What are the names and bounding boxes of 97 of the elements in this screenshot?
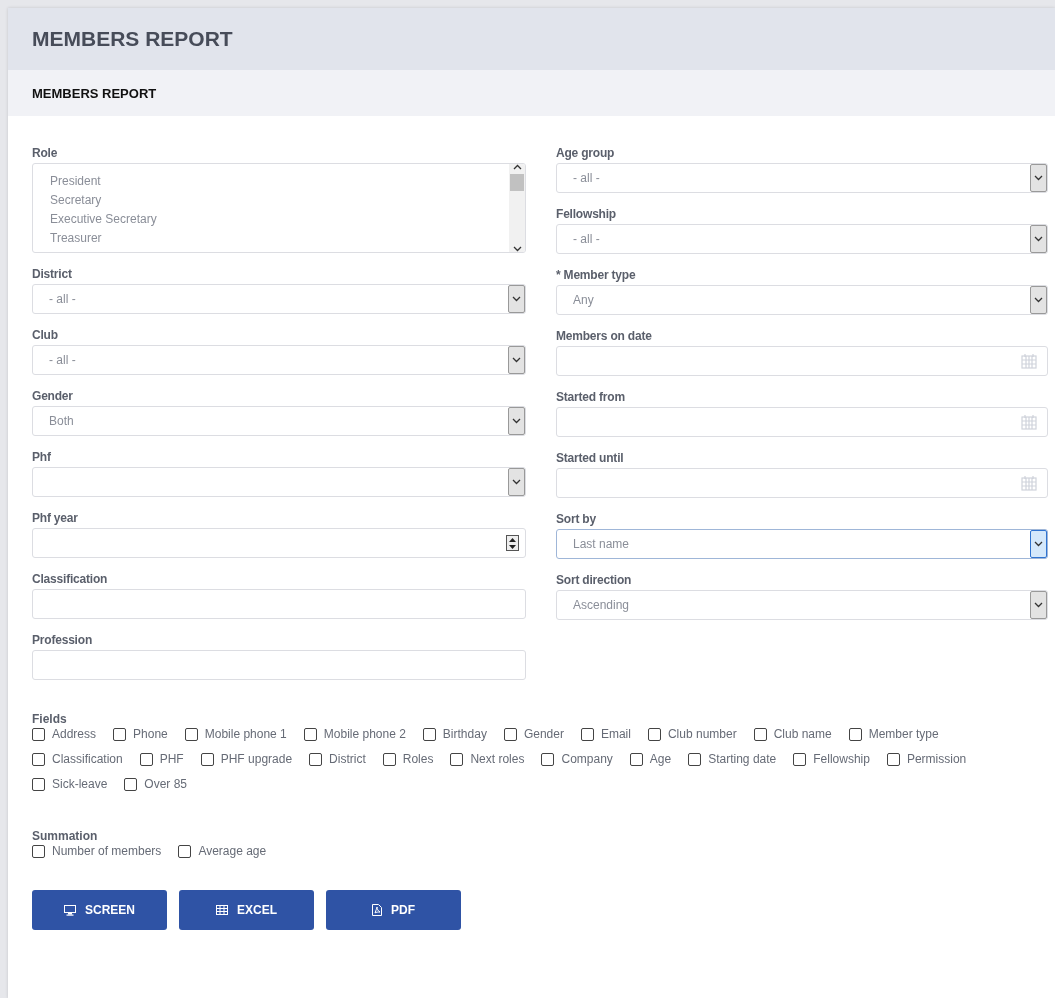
checkbox-option[interactable]: Number of members <box>32 844 162 858</box>
scrollbar-thumb[interactable] <box>510 174 524 191</box>
select-field[interactable]: Last name <box>556 529 1048 559</box>
dropdown-toggle[interactable] <box>1030 164 1047 192</box>
scrollbar[interactable] <box>509 164 525 252</box>
checkbox-option[interactable]: Member type <box>848 727 939 741</box>
checkbox-option[interactable]: District <box>309 752 366 766</box>
checkbox-option[interactable]: Gender <box>503 727 564 741</box>
checkbox-option[interactable]: Phone <box>113 727 168 741</box>
section-title: MEMBERS REPORT <box>8 70 1055 116</box>
dropdown-toggle[interactable] <box>508 468 525 496</box>
select-field[interactable]: - all - <box>556 224 1048 254</box>
checkbox-option[interactable]: Mobile phone 2 <box>303 727 406 741</box>
pdf-file-icon <box>372 904 382 916</box>
select-field[interactable]: - all - <box>32 284 526 314</box>
table-icon <box>216 905 228 915</box>
checkbox-option[interactable]: Company <box>541 752 613 766</box>
checkbox-option[interactable]: Mobile phone 1 <box>184 727 287 741</box>
date-field[interactable] <box>556 346 1048 376</box>
select-field[interactable]: - all - <box>32 345 526 375</box>
input-field[interactable] <box>32 589 526 619</box>
checkbox-option[interactable]: PHF <box>139 752 184 766</box>
field-label: Members on date <box>556 329 653 343</box>
checkbox-option[interactable]: Over 85 <box>124 777 188 791</box>
checkbox-option[interactable]: Fellowship <box>793 752 870 766</box>
role-listbox[interactable]: President Secretary Executive Secretary Treasurer <box>32 163 526 253</box>
export-button[interactable]: SCREEN <box>32 890 167 930</box>
chevron-down-icon <box>512 418 521 424</box>
dropdown-toggle[interactable] <box>508 407 525 435</box>
chevron-down-icon <box>1034 541 1043 547</box>
field-label: Club <box>32 328 59 342</box>
chevron-down-icon <box>1034 297 1043 303</box>
list-option[interactable]: Secretary <box>50 191 157 210</box>
list-option[interactable]: President <box>50 172 157 191</box>
field-label: Sort direction <box>556 573 633 587</box>
date-field[interactable] <box>556 468 1048 498</box>
field-label: Sort by <box>556 512 597 526</box>
list-option[interactable]: Treasurer <box>50 229 157 248</box>
checkbox-option[interactable]: Next roles <box>450 752 525 766</box>
select-field[interactable]: Ascending <box>556 590 1048 620</box>
checkbox-option[interactable]: Club name <box>753 727 832 741</box>
checkbox-option[interactable]: Age <box>629 752 672 766</box>
list-option[interactable]: Executive Secretary <box>50 210 157 229</box>
select-field[interactable] <box>32 467 526 497</box>
select-field[interactable]: Both <box>32 406 526 436</box>
page-title: MEMBERS REPORT <box>8 8 1055 70</box>
checkbox-option[interactable]: Birthday <box>422 727 487 741</box>
chevron-up-icon <box>512 164 522 170</box>
checkbox-option[interactable]: Sick-leave <box>32 777 108 791</box>
checkbox-option[interactable]: Email <box>580 727 631 741</box>
date-field[interactable] <box>556 407 1048 437</box>
dropdown-toggle[interactable] <box>1030 286 1047 314</box>
export-button[interactable]: EXCEL <box>179 890 314 930</box>
field-label: Classification <box>32 572 109 586</box>
field-label: Role <box>32 146 59 160</box>
select-field[interactable]: Any <box>556 285 1048 315</box>
chevron-down-icon <box>1034 175 1043 181</box>
number-field[interactable] <box>32 528 526 558</box>
checkbox-option[interactable]: Permission <box>886 752 967 766</box>
field-label: Started until <box>556 451 625 465</box>
field-label: District <box>32 267 73 281</box>
calendar-icon <box>1021 475 1037 491</box>
checkbox-option[interactable]: Roles <box>382 752 434 766</box>
checkbox-option[interactable]: Club number <box>647 727 737 741</box>
checkbox-option[interactable]: Average age <box>178 844 267 858</box>
field-label: Phf year <box>32 511 79 525</box>
export-button[interactable]: PDF <box>326 890 461 930</box>
calendar-icon <box>1021 414 1037 430</box>
chevron-down-icon <box>512 479 521 485</box>
field-label: Fellowship <box>556 207 617 221</box>
chevron-down-icon <box>1034 236 1043 242</box>
dropdown-toggle[interactable] <box>1030 591 1047 619</box>
chevron-down-icon <box>1034 602 1043 608</box>
chevron-down-icon <box>512 296 521 302</box>
checkbox-option[interactable]: PHF upgrade <box>200 752 293 766</box>
field-label: Profession <box>32 633 94 647</box>
field-label: Gender <box>32 389 74 403</box>
group-title: Summation <box>32 829 99 843</box>
group-title: Fields <box>32 712 68 726</box>
checkbox-option[interactable]: Address <box>32 727 97 741</box>
dropdown-toggle[interactable] <box>1030 530 1047 558</box>
spinner-icon[interactable] <box>506 535 519 551</box>
chevron-down-icon <box>512 246 522 252</box>
checkbox-option[interactable]: Classification <box>32 752 123 766</box>
dropdown-toggle[interactable] <box>508 346 525 374</box>
chevron-down-icon <box>512 357 521 363</box>
checkbox-option[interactable]: Starting date <box>688 752 777 766</box>
dropdown-toggle[interactable] <box>508 285 525 313</box>
field-label: * Member type <box>556 268 637 282</box>
field-label: Age group <box>556 146 616 160</box>
dropdown-toggle[interactable] <box>1030 225 1047 253</box>
field-label: Phf <box>32 450 52 464</box>
select-field[interactable]: - all - <box>556 163 1048 193</box>
field-label: Started from <box>556 390 626 404</box>
input-field[interactable] <box>32 650 526 680</box>
monitor-icon <box>64 904 76 916</box>
calendar-icon <box>1021 353 1037 369</box>
